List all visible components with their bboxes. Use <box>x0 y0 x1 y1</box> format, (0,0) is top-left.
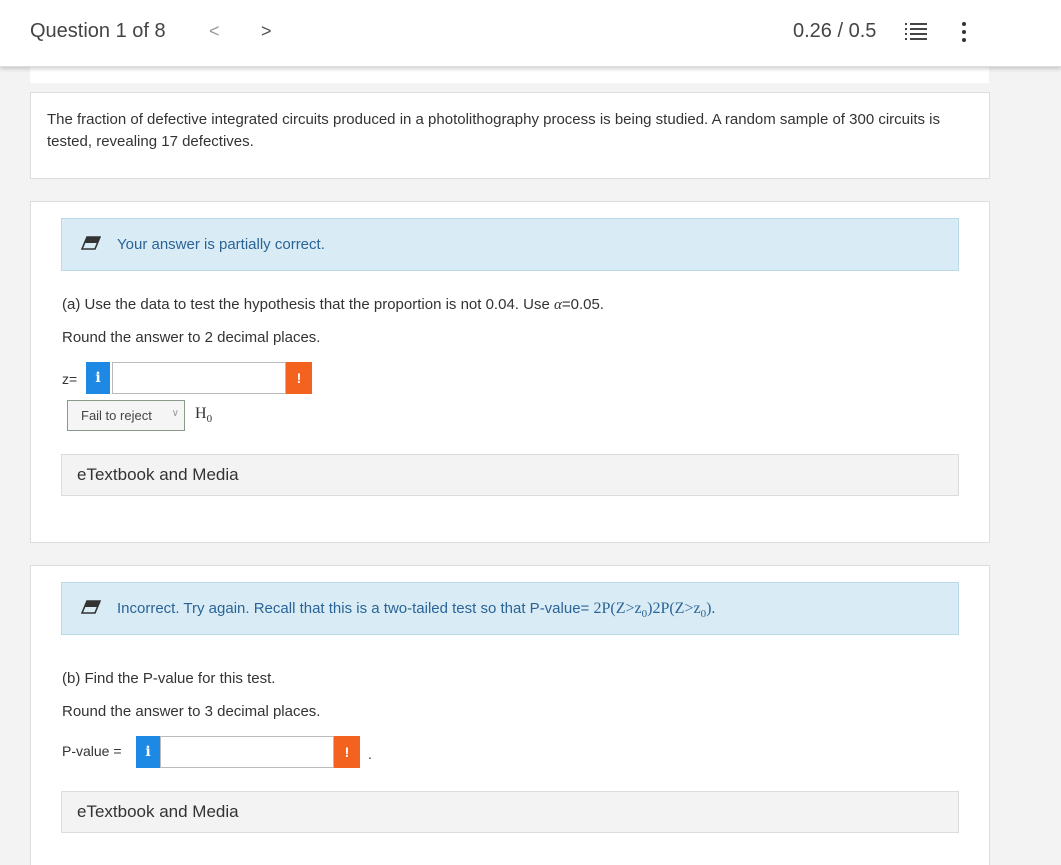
part-b-card: Incorrect. Try again. Recall that this i… <box>30 565 990 865</box>
more-options-icon[interactable] <box>960 20 968 44</box>
pvalue-formula: 2P(Z>z0)2P(Z>z0). <box>593 600 716 621</box>
question-header-bar: Question 1 of 8 < > 0.26 / 0.5 <box>0 0 1061 67</box>
part-b-question-text: Find the P-value for this test. <box>80 670 276 687</box>
alpha-symbol: α <box>553 297 562 313</box>
z-label: z= <box>62 371 78 387</box>
part-a-label: (a) <box>62 296 81 313</box>
part-b-label: (b) <box>62 670 81 687</box>
z-answer-input[interactable] <box>112 362 286 394</box>
question-counter: Question 1 of 8 <box>30 20 166 42</box>
question-list-icon[interactable] <box>905 22 927 42</box>
part-a-etextbook-label: eTextbook and Media <box>77 465 239 484</box>
trailing-period: . <box>368 746 372 762</box>
part-b-feedback-text: Incorrect. Try again. Recall that this i… <box>117 600 715 620</box>
scrolled-content-strip <box>30 66 989 83</box>
next-question-button[interactable]: > <box>261 21 272 42</box>
z-info-icon[interactable]: i <box>86 362 110 394</box>
part-a-question-text: Use the data to test the hypothesis that… <box>80 296 554 313</box>
part-a-rounding-note: Round the answer to 2 decimal places. <box>62 329 321 346</box>
z-warning-icon[interactable]: ! <box>286 362 312 394</box>
chevron-down-icon: ∨ <box>171 408 179 419</box>
part-a-question: (a) Use the data to test the hypothesis … <box>62 296 604 314</box>
pvalue-info-icon[interactable]: i <box>136 736 160 768</box>
part-a-feedback-text: Your answer is partially correct. <box>117 236 325 253</box>
problem-statement: The fraction of defective integrated cir… <box>47 111 940 150</box>
part-a-etextbook-link[interactable]: eTextbook and Media <box>61 454 959 496</box>
pvalue-warning-icon[interactable]: ! <box>334 736 360 768</box>
part-b-etextbook-label: eTextbook and Media <box>77 802 239 821</box>
part-a-feedback-banner: Your answer is partially correct. <box>61 218 959 271</box>
previous-question-button[interactable]: < <box>209 21 220 42</box>
score-display: 0.26 / 0.5 <box>793 20 877 42</box>
decision-select[interactable]: Fail to reject ∨ <box>67 400 185 431</box>
pvalue-label: P-value = <box>62 743 122 759</box>
pvalue-answer-input[interactable] <box>160 736 334 768</box>
part-b-question: (b) Find the P-value for this test. <box>62 670 275 687</box>
alpha-value: =0.05. <box>561 296 604 313</box>
null-hypothesis-symbol: H0 <box>195 405 213 426</box>
part-b-feedback-banner: Incorrect. Try again. Recall that this i… <box>61 582 959 635</box>
part-a-card: Your answer is partially correct. (a) Us… <box>30 201 990 543</box>
decision-selected-value: Fail to reject <box>81 408 152 423</box>
part-b-etextbook-link[interactable]: eTextbook and Media <box>61 791 959 833</box>
eraser-icon <box>81 236 101 250</box>
problem-statement-card: The fraction of defective integrated cir… <box>30 92 990 179</box>
part-b-feedback-message: Incorrect. Try again. Recall that this i… <box>117 600 594 617</box>
eraser-icon <box>81 600 101 614</box>
part-b-rounding-note: Round the answer to 3 decimal places. <box>62 703 321 720</box>
